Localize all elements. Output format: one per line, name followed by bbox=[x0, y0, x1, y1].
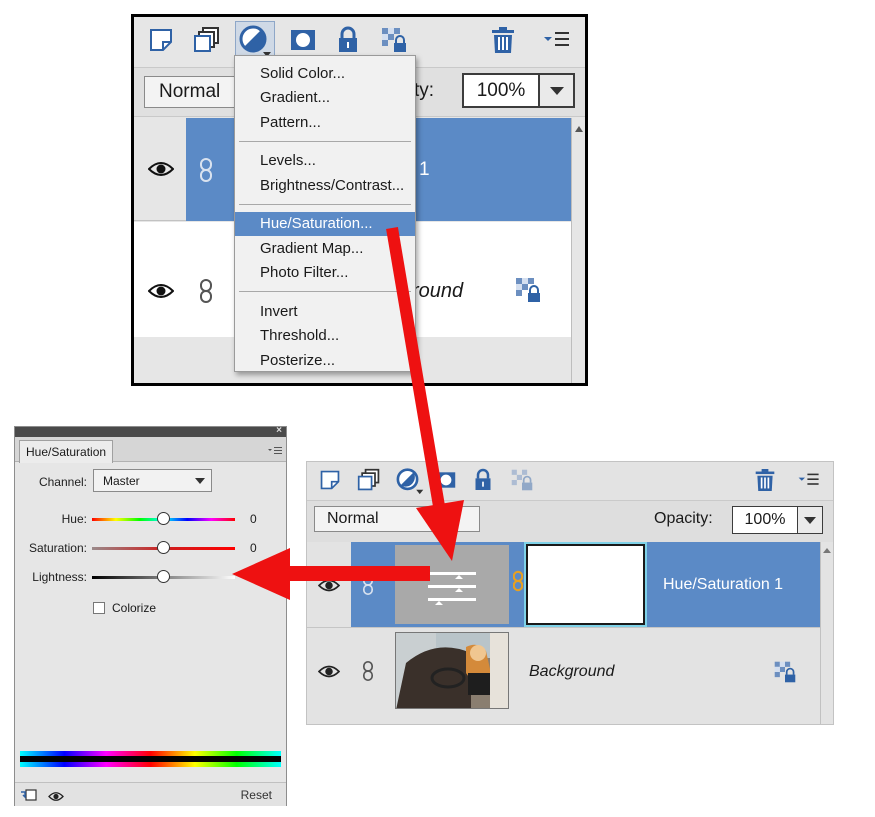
annotation-arrows bbox=[232, 227, 464, 600]
arrow-head-icon bbox=[232, 548, 290, 600]
red-arrow-to-layer bbox=[386, 227, 446, 513]
arrow-head-icon bbox=[416, 500, 464, 561]
red-arrow-to-panel bbox=[278, 566, 430, 581]
